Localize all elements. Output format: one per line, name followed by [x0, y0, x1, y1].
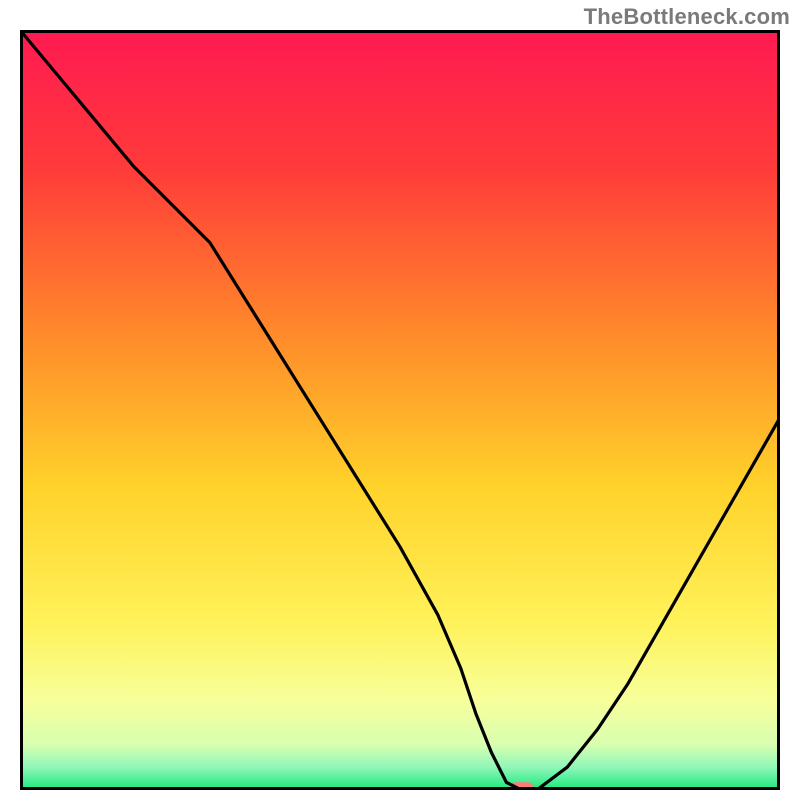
chart-svg: [20, 30, 780, 790]
watermark-text: TheBottleneck.com: [584, 4, 790, 30]
gradient-background: [20, 30, 780, 790]
plot-area: [20, 30, 780, 790]
chart-container: TheBottleneck.com: [0, 0, 800, 800]
